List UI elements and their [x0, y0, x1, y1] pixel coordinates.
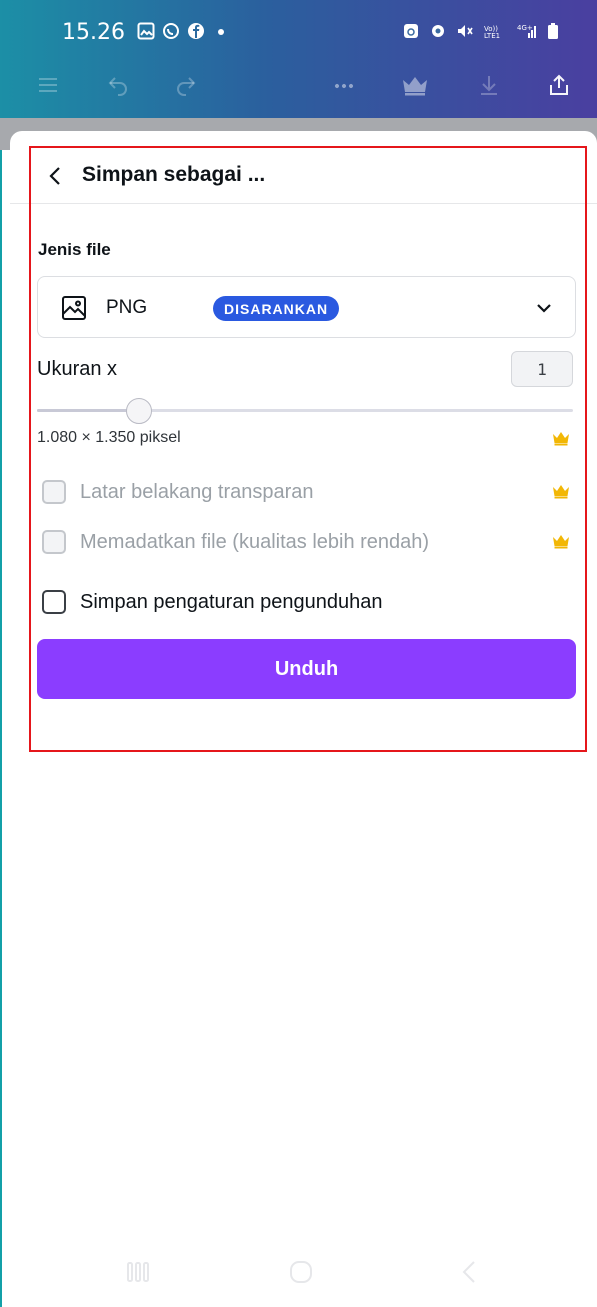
battery-icon [548, 23, 558, 39]
more-icon [334, 83, 354, 89]
whatsapp-icon [163, 23, 179, 39]
menu-icon [39, 78, 57, 92]
system-nav-bar [0, 1240, 597, 1307]
status-bar: 15.26 Vo)) LTE1 4G+ [0, 0, 597, 56]
volte-icon [458, 25, 473, 37]
back-nav-icon [462, 1261, 475, 1283]
status-time: 15.26 [62, 20, 125, 45]
undo-button[interactable] [96, 60, 140, 110]
svg-text:LTE1: LTE1 [484, 32, 500, 40]
alarm-icon [404, 24, 418, 38]
4g-icon: Vo))LTE1 [484, 25, 500, 40]
gallery-icon [137, 22, 155, 40]
home-icon [290, 1261, 312, 1283]
undo-icon [108, 77, 127, 96]
status-left-icons [137, 22, 230, 40]
facebook-icon [188, 23, 204, 39]
home-button[interactable] [279, 1250, 323, 1294]
mute-icon [432, 25, 444, 37]
share-icon [550, 74, 568, 95]
more-button[interactable] [322, 60, 366, 110]
download-icon [481, 76, 497, 95]
premium-button[interactable] [393, 60, 437, 110]
svg-text:4G+: 4G+ [517, 24, 533, 32]
signal-icon: 4G+ [517, 24, 536, 38]
recent-apps-button[interactable] [116, 1250, 160, 1294]
back-nav-button[interactable] [447, 1250, 491, 1294]
menu-button[interactable] [26, 60, 70, 110]
redo-icon [177, 77, 196, 96]
editor-toolbar [0, 60, 597, 110]
left-edge-line [0, 0, 2, 1307]
recent-apps-icon [127, 1262, 149, 1282]
crown-icon [403, 77, 427, 96]
highlight-annotation-box [29, 146, 587, 752]
redo-button[interactable] [164, 60, 208, 110]
download-toolbar-button[interactable] [467, 60, 511, 110]
status-right-icons: Vo)) LTE1 4G+ [402, 22, 559, 40]
app-header: 15.26 Vo)) LTE1 4G+ [0, 0, 597, 118]
share-button[interactable] [537, 60, 581, 110]
dot-icon [218, 29, 224, 35]
